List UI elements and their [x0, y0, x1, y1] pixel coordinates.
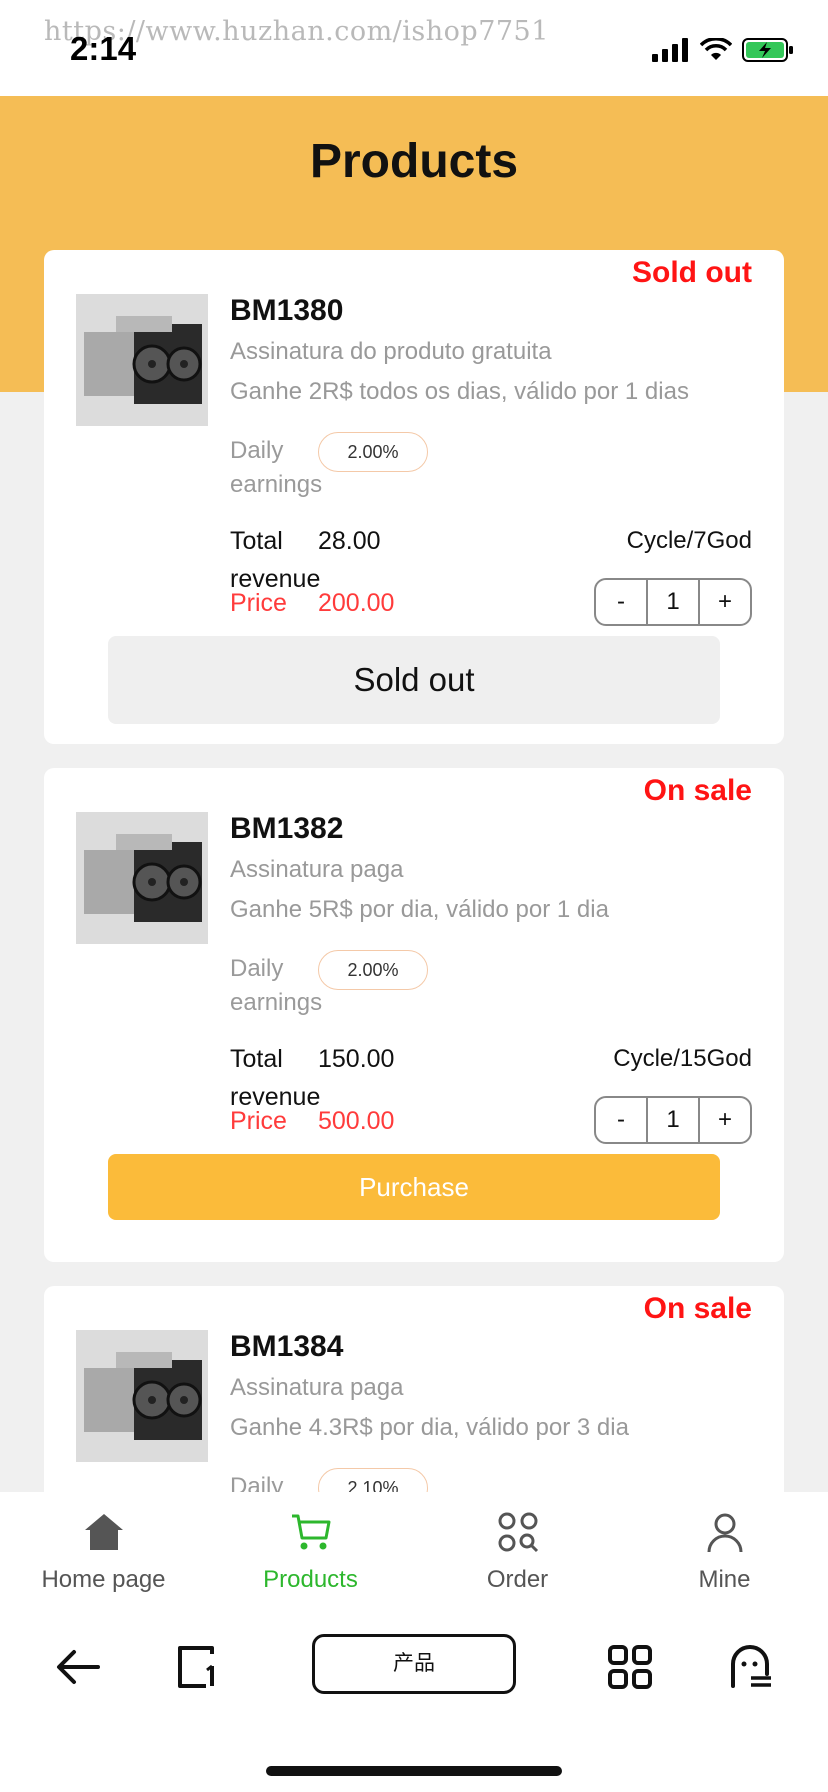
tab-order[interactable]: Order [414, 1492, 621, 1616]
status-bar: https://www.huzhan.com/ishop7751 2:14 [0, 0, 828, 96]
status-clock: 2:14 [70, 30, 137, 67]
daily-rate-badge: 2.10% [318, 1468, 428, 1492]
product-subtitle: Assinatura paga [230, 1374, 404, 1401]
daily-earnings-label: Daily earnings [230, 437, 323, 498]
system-nav-bar: 产品 [0, 1616, 828, 1792]
product-status-badge: Sold out [632, 256, 752, 289]
price-label: Price [230, 589, 287, 617]
tab-products[interactable]: Products [207, 1492, 414, 1616]
decrement-button[interactable]: - [596, 580, 646, 624]
product-image-miner [76, 1330, 208, 1462]
daily-earnings-label: Daily [230, 1473, 284, 1492]
product-card: On sale BM1384 Assinatura paga Ganhe 4.3… [44, 1286, 784, 1492]
signal-icon [652, 38, 688, 62]
wifi-icon [700, 38, 732, 60]
cart-icon [291, 1514, 330, 1550]
cycle-label: Cycle/7God [626, 527, 752, 554]
daily-rate-badge: 2.00% [318, 950, 428, 990]
quantity-value[interactable]: 1 [646, 580, 700, 624]
product-image-miner [76, 294, 208, 426]
product-image-miner [76, 812, 208, 944]
total-revenue-value: 28.00 [318, 527, 381, 555]
product-status-badge: On sale [643, 1292, 752, 1325]
tab-mine-label: Mine [698, 1566, 751, 1593]
home-indicator[interactable] [266, 1766, 562, 1776]
user-icon [707, 1513, 742, 1553]
grid-apps-icon [608, 1645, 652, 1689]
incognito-button[interactable] [714, 1634, 790, 1700]
product-list[interactable]: Sold out BM1380 Assinatura do produto gr… [0, 96, 828, 1492]
page-label-pill[interactable]: 产品 [312, 1634, 516, 1694]
product-subtitle: Assinatura paga [230, 856, 404, 883]
home-icon [84, 1514, 123, 1550]
back-button[interactable] [40, 1634, 116, 1700]
apps-button[interactable] [592, 1634, 668, 1700]
product-description: Ganhe 5R$ por dia, válido por 1 dia [230, 896, 609, 923]
quantity-stepper: - 1 + [594, 578, 752, 626]
product-description: Ganhe 2R$ todos os dias, válido por 1 di… [230, 378, 689, 405]
product-subtitle: Assinatura do produto gratuita [230, 338, 552, 365]
status-icons [652, 36, 794, 64]
decrement-button[interactable]: - [596, 1098, 646, 1142]
order-icon [498, 1512, 538, 1553]
back-arrow-icon [57, 1650, 100, 1684]
daily-rate-badge: 2.00% [318, 432, 428, 472]
total-revenue-value: 150.00 [318, 1045, 395, 1073]
tab-home[interactable]: Home page [0, 1492, 207, 1616]
product-name: BM1380 [230, 294, 344, 327]
price-value: 500.00 [318, 1107, 395, 1135]
product-status-badge: On sale [643, 774, 752, 807]
quantity-value[interactable]: 1 [646, 1098, 700, 1142]
cycle-label: Cycle/15God [613, 1045, 752, 1072]
tabs-button[interactable] [160, 1634, 236, 1700]
increment-button[interactable]: + [700, 1098, 750, 1142]
ghost-icon [731, 1645, 771, 1688]
price-value: 200.00 [318, 589, 395, 617]
bottom-tab-bar: Home page Products Order Mine [0, 1492, 828, 1616]
tab-count-icon [178, 1646, 214, 1688]
product-name: BM1382 [230, 812, 344, 845]
tab-home-label: Home page [41, 1566, 166, 1593]
purchase-button[interactable]: Purchase [108, 1154, 720, 1220]
increment-button[interactable]: + [700, 580, 750, 624]
quantity-stepper: - 1 + [594, 1096, 752, 1144]
tab-order-label: Order [486, 1566, 549, 1593]
sold-out-button[interactable]: Sold out [108, 636, 720, 724]
product-card: Sold out BM1380 Assinatura do produto gr… [44, 250, 784, 744]
battery-icon [742, 38, 793, 62]
product-name: BM1384 [230, 1330, 344, 1363]
product-description: Ganhe 4.3R$ por dia, válido por 3 dia [230, 1414, 629, 1441]
product-card: On sale BM1382 Assinatura paga Ganhe 5R$… [44, 768, 784, 1262]
daily-earnings-label: Daily earnings [230, 955, 323, 1016]
tab-products-label: Products [263, 1566, 358, 1593]
price-label: Price [230, 1107, 287, 1135]
tab-mine[interactable]: Mine [621, 1492, 828, 1616]
